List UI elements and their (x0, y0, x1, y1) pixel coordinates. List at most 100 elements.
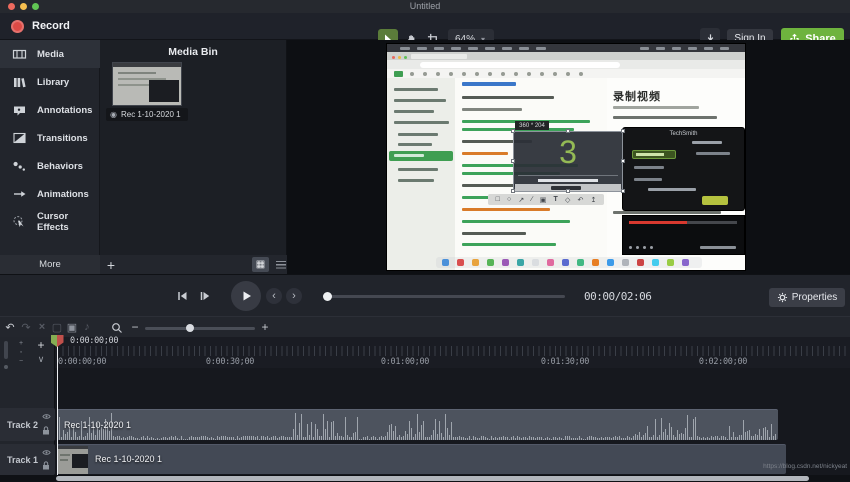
window-dot (398, 55, 401, 59)
timeline-ruler[interactable]: 0:00:00;00 0:00:30;00 0:01:00;00 0:01:30… (55, 337, 850, 368)
sidebar-item-label: Annotations (37, 104, 93, 116)
sidebar-item-media[interactable]: Media (0, 40, 100, 68)
video-canvas[interactable]: 录制视频 TechSmith 3 360 * 204 □ ○ ↗ ∕ ▣ T ◇… (387, 44, 745, 270)
list-icon (275, 260, 286, 269)
timeline-zoom-in-button[interactable]: + (258, 319, 272, 335)
text-line (394, 99, 446, 102)
anno-tool-glyph: ○ (506, 196, 512, 203)
selection-handle (566, 129, 570, 133)
text-line (398, 133, 438, 136)
toolbar-dot (579, 71, 583, 76)
eye-icon[interactable] (42, 413, 51, 420)
menubar-status-item (720, 46, 729, 50)
recorder-green-button (702, 196, 728, 205)
more-button[interactable]: More (0, 255, 100, 274)
scrubber-knob[interactable] (323, 292, 332, 301)
timeline-clip-video[interactable]: Rec 1-10-2020 1 (57, 444, 786, 474)
anno-tool-glyph: ↥ (590, 196, 597, 204)
menubar-status-item (704, 46, 713, 50)
audio-button[interactable]: ♪ (80, 319, 94, 335)
lock-icon[interactable] (42, 426, 50, 435)
add-media-button[interactable]: + (103, 255, 119, 274)
media-item-label-chip[interactable]: ◉ Rec 1-10-2020 1 (106, 108, 188, 121)
scrubber-track[interactable] (327, 295, 565, 298)
media-bin-panel: Media Bin ◉ Rec 1-10-2020 1 + ▦ (100, 40, 287, 274)
timeline-zoom-out-button[interactable]: − (128, 319, 142, 335)
record-button[interactable]: Record (11, 13, 70, 39)
track-height-zoom[interactable]: + ◦ − (16, 339, 26, 369)
app-toolbar: Record 64% ▾ Sign In Share (0, 13, 850, 50)
timeline-zoom-knob[interactable] (186, 324, 194, 332)
play-button[interactable] (231, 281, 261, 311)
track-header-1: Track 1 (0, 444, 55, 475)
paste-button[interactable]: ▣ (65, 319, 79, 335)
text-line (696, 152, 730, 155)
tools-sidebar: Media Library Annotations Transitions Be… (0, 40, 100, 274)
anno-tool-glyph: □ (495, 196, 500, 203)
thumb-text-line (118, 72, 156, 74)
more-label: More (39, 259, 61, 270)
toolbar-dot (449, 71, 453, 76)
timeline-zoom-slider[interactable] (145, 327, 255, 330)
copy-button[interactable]: ▢ (50, 319, 64, 335)
menubar-item (485, 46, 495, 50)
text-line (394, 110, 434, 113)
eye-icon[interactable] (42, 449, 51, 456)
menubar-item (519, 46, 529, 50)
text-line (398, 143, 432, 146)
sidebar-item-behaviors[interactable]: Behaviors (0, 152, 100, 180)
anno-tool-glyph: ▣ (539, 196, 547, 204)
step-forward-button[interactable] (196, 287, 213, 304)
sidebar-item-annotations[interactable]: Annotations (0, 96, 100, 124)
media-item-name: Rec 1-10-2020 1 (120, 110, 181, 119)
grid-view-button[interactable]: ▦ (252, 257, 269, 272)
sidebar-item-library[interactable]: Library (0, 68, 100, 96)
text-line (462, 108, 522, 111)
anno-tool-glyph: ↗ (518, 196, 525, 204)
dock-icon (652, 259, 659, 266)
sidebar-item-transitions[interactable]: Transitions (0, 124, 100, 152)
undo-button[interactable]: ↶ (3, 319, 17, 335)
cut-button[interactable]: × (35, 319, 49, 335)
dock-icon (502, 259, 509, 266)
toolbar-dot (566, 71, 570, 76)
selection-handle (511, 189, 515, 193)
dock-icon (532, 259, 539, 266)
ruler-label: 0:01:30;00 (540, 357, 590, 367)
menubar-item (417, 46, 427, 50)
playhead-line[interactable] (56, 337, 58, 475)
browser-tab (411, 53, 467, 59)
sidebar-item-animations[interactable]: Animations (0, 180, 100, 208)
collapse-tracks-button[interactable]: ∨ (32, 353, 50, 365)
lock-icon[interactable] (42, 461, 50, 470)
record-source-icon: ◉ (110, 109, 117, 119)
jump-forward-button[interactable]: › (286, 288, 302, 304)
timeline-vertical-scrollbar[interactable] (4, 341, 8, 359)
timeline-panel: + ◦ − + ∨ 0:00:00;00 0:00:30;00 0:01:00;00… (0, 335, 850, 482)
text-line (462, 152, 508, 155)
media-thumbnail[interactable] (112, 62, 182, 106)
recorded-dock (436, 257, 702, 268)
selection-handle (511, 129, 515, 133)
add-track-button[interactable]: + (32, 338, 50, 352)
player-control-dot (636, 246, 639, 249)
properties-button[interactable]: Properties (769, 288, 845, 307)
dock-icon (457, 259, 464, 266)
redo-button[interactable]: ↷ (19, 319, 33, 335)
sidebar-item-cursor-effects[interactable]: Cursor Effects (0, 208, 100, 236)
watermark: https://blog.csdn.net/nickyeat (763, 463, 847, 470)
toolbar-dot (462, 71, 466, 76)
text-line (634, 166, 664, 169)
jump-back-button[interactable]: ‹ (266, 288, 282, 304)
timeline-clip-audio[interactable]: Rec 1-10-2020 1 (57, 409, 778, 440)
selection-size-value: 360 * 204 (519, 122, 545, 129)
playhead-time-label: 0:00:00;00 (70, 336, 119, 346)
anno-tool-glyph: ↶ (577, 196, 584, 204)
sidebar-item-label: Behaviors (37, 160, 83, 172)
selection-handle (566, 189, 570, 193)
previous-frame-button[interactable] (173, 287, 190, 304)
dock-icon (562, 259, 569, 266)
timeline-hscrollbar-thumb[interactable] (56, 476, 809, 481)
window-title: Untitled (409, 1, 441, 11)
divider (518, 175, 618, 176)
